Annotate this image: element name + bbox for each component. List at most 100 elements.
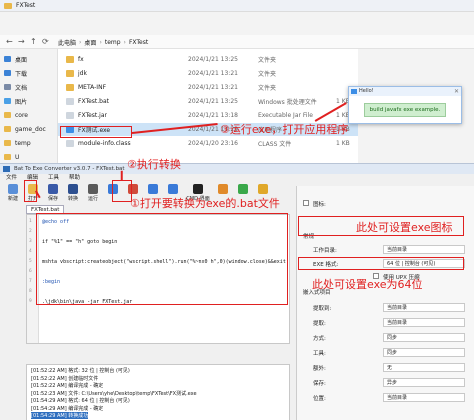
option-select[interactable]: 异步 — [383, 378, 465, 387]
breadcrumb-item[interactable]: temp — [105, 39, 121, 46]
folder-icon — [4, 154, 11, 160]
file-icon — [66, 98, 74, 105]
menu-item[interactable]: 工具 — [48, 174, 59, 183]
option-row[interactable]: 提取: 当前目录 — [303, 317, 469, 328]
menu-item[interactable]: 帮助 — [69, 174, 80, 183]
file-row[interactable]: META-INF 2024/1/21 13:21 文件夹 — [58, 81, 358, 94]
sidebar-item-label: game_doc — [15, 125, 46, 133]
sidebar-item[interactable]: 图片 — [4, 95, 58, 107]
option-row[interactable]: 提取到: 当前目录 — [303, 302, 469, 313]
sidebar-item-label: 桌面 — [15, 56, 28, 64]
file-date: 2024/1/21 13:18 — [188, 112, 238, 119]
breadcrumb-separator-icon: › — [123, 38, 126, 46]
file-list: fx 2024/1/21 13:25 文件夹 jdk 2024/1/21 13:21 文件… — [58, 49, 358, 164]
sidebar-item[interactable]: 下载 — [4, 67, 58, 79]
folder-icon — [66, 70, 74, 77]
folder-icon — [4, 56, 11, 62]
option-select[interactable]: 当前目录 — [383, 318, 465, 327]
file-size: 1 KB — [336, 140, 350, 147]
file-type: Executable Jar File — [258, 112, 313, 119]
app-icon — [351, 89, 357, 94]
app-title-bar: Hello! ✕ — [349, 87, 461, 96]
file-row[interactable]: jdk 2024/1/21 13:21 文件夹 — [58, 67, 358, 80]
option-select[interactable]: 当前目录 — [383, 245, 465, 254]
breadcrumb-separator-icon: › — [99, 38, 102, 46]
breadcrumb-item[interactable]: FXTest — [129, 39, 148, 46]
option-select[interactable]: 同步 — [383, 333, 465, 342]
breadcrumb-item[interactable]: 桌面 — [84, 38, 96, 47]
close-icon[interactable]: ✕ — [454, 87, 459, 96]
line-number: 5 — [29, 259, 32, 264]
icon-option-label: 图标: — [313, 202, 326, 208]
file-icon — [66, 140, 74, 147]
file-type: CLASS 文件 — [258, 141, 292, 148]
sidebar-item-label: 文档 — [15, 84, 28, 92]
annotation-icon-note: 此处可设置exe图标 — [356, 221, 453, 234]
icon-checkbox[interactable] — [303, 200, 309, 206]
file-explorer-window: FXTest ← → ↑ ⟳ 此电脑 › 桌面 › temp › FXTest 桌面 下载 文档… — [0, 0, 474, 164]
forward-arrow-icon[interactable]: → — [18, 37, 25, 46]
explorer-title: FXTest — [16, 2, 36, 9]
option-select[interactable]: 当前目录 — [383, 393, 465, 402]
folder-icon — [4, 70, 11, 76]
toolbar-button[interactable]: 新建 — [4, 183, 22, 204]
toolbar-icon — [8, 184, 18, 194]
file-name: module-info.class — [78, 140, 131, 147]
folder-icon — [4, 98, 11, 104]
sidebar-item[interactable]: game_doc — [4, 123, 58, 135]
folder-icon — [4, 112, 11, 118]
sidebar-item[interactable]: 桌面 — [4, 53, 58, 65]
file-type: 文件夹 — [258, 85, 277, 92]
breadcrumb: 此电脑 › 桌面 › temp › FXTest — [58, 37, 148, 47]
file-row[interactable]: FXTest.bat 2024/1/21 13:25 Windows 批处理文件 1 … — [58, 95, 358, 108]
option-label: 工具: — [313, 351, 326, 357]
menu-item[interactable]: 文件 — [6, 174, 17, 183]
option-row[interactable]: 额外: 无 — [303, 362, 469, 373]
log-line: [01:54:29 AM] 格式: 64 位 | 控制台 (可见) — [31, 398, 130, 404]
option-select[interactable]: 无 — [383, 363, 465, 372]
breadcrumb-item[interactable]: 此电脑 — [58, 38, 76, 47]
option-label: 额外: — [313, 366, 326, 372]
option-row[interactable]: 方式: 同步 — [303, 332, 469, 343]
highlight-code — [36, 213, 288, 305]
address-bar[interactable]: ← → ↑ ⟳ 此电脑 › 桌面 › temp › FXTest — [0, 35, 474, 49]
option-row[interactable]: 工具: 同步 — [303, 347, 469, 358]
file-type: 文件夹 — [258, 57, 277, 64]
sidebar-item-label: 下载 — [15, 70, 28, 78]
highlight-exe-format — [298, 257, 464, 270]
up-arrow-icon[interactable]: ↑ — [30, 37, 37, 46]
sidebar-item[interactable]: U — [4, 151, 58, 163]
sidebar-item-label: temp — [15, 139, 31, 147]
log-line: [01:54:29 AM] 编译完成 - 确定 — [31, 405, 104, 412]
sidebar-item-label: core — [15, 111, 28, 119]
folder-icon — [4, 84, 11, 90]
sidebar-item[interactable]: 文档 — [4, 81, 58, 93]
option-select[interactable]: 当前目录 — [383, 303, 465, 312]
explorer-title-bar: FXTest — [0, 0, 474, 12]
back-arrow-icon[interactable]: ← — [6, 37, 13, 46]
sidebar-item[interactable]: core — [4, 109, 58, 121]
highlight-exe-file — [60, 126, 132, 138]
option-label: 提取: — [313, 321, 326, 327]
output-log: [01:52:22 AM] 格式: 32 位 | 控制台 (可见) [01:52:… — [26, 364, 290, 420]
option-row[interactable]: 工作目录: 当前目录 — [303, 244, 469, 255]
option-label: 保存: — [313, 381, 326, 387]
line-number: 7 — [29, 279, 32, 284]
sidebar-item[interactable]: temp — [4, 137, 58, 149]
file-row[interactable]: module-info.class 2024/1/20 23:16 CLASS 文件… — [58, 137, 358, 150]
option-select[interactable]: 同步 — [383, 348, 465, 357]
breadcrumb-separator-icon: › — [79, 38, 82, 46]
file-name: fx — [78, 56, 84, 63]
option-row[interactable]: 位置: 当前目录 — [303, 392, 469, 403]
option-label: 方式: — [313, 336, 326, 342]
annotation-format-note: 此处可设置exe为64位 — [312, 278, 423, 291]
file-date: 2024/1/21 13:21 — [188, 84, 238, 91]
log-line: [01:54:29 AM] 转换成功 — [31, 412, 89, 419]
file-row[interactable]: fx 2024/1/21 13:25 文件夹 — [58, 53, 358, 66]
icon-option-row[interactable]: 图标: — [303, 198, 469, 209]
option-row[interactable]: 保存: 异步 — [303, 377, 469, 388]
refresh-icon[interactable]: ⟳ — [42, 37, 49, 46]
arrow-line-convert — [121, 170, 123, 181]
file-date: 2024/1/21 13:21 — [188, 70, 238, 77]
file-type: 文件夹 — [258, 71, 277, 78]
